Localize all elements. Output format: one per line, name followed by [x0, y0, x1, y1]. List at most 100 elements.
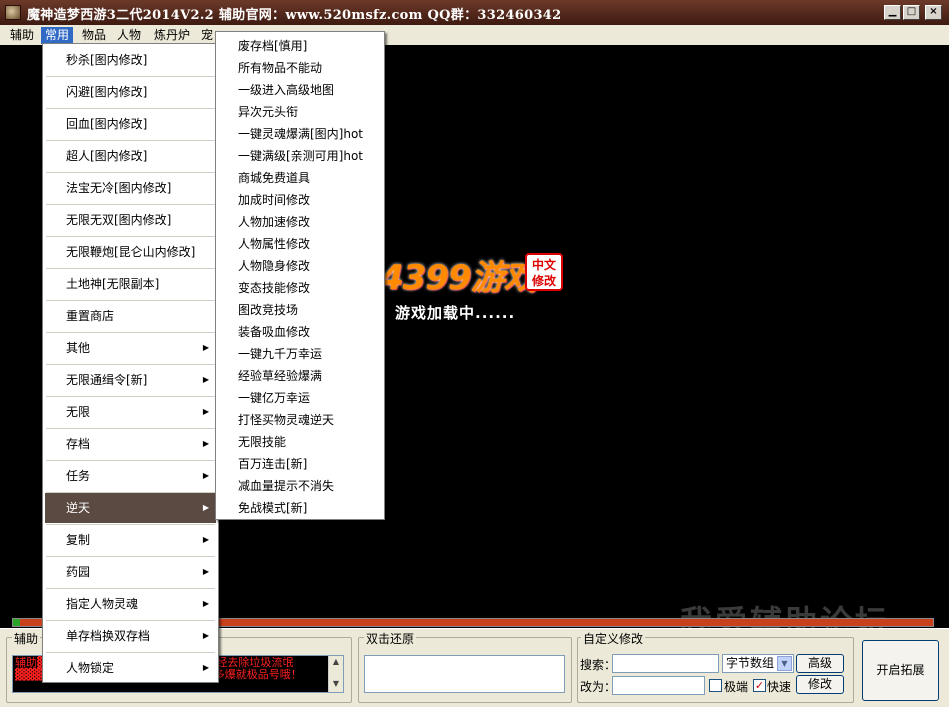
advanced-button[interactable]: 高级	[796, 654, 844, 673]
submenu-item[interactable]: 所有物品不能动	[218, 57, 382, 79]
submenu-item[interactable]: 图改竞技场	[218, 299, 382, 321]
menu-item[interactable]: 法宝无冷[图内修改]	[45, 173, 216, 203]
maximize-button[interactable]: □	[903, 5, 920, 20]
submenu-item[interactable]: 百万连击[新]	[218, 453, 382, 475]
menu-item-label: 其他	[66, 341, 91, 355]
menu-item[interactable]: 复制 ▶	[45, 525, 216, 555]
submenu-item[interactable]: 商城免费道具	[218, 167, 382, 189]
logo-text: 4399游戏	[380, 258, 538, 298]
menu-common[interactable]: 常用	[41, 27, 74, 44]
submenu-arrow-icon: ▶	[202, 535, 209, 544]
menu-character[interactable]: 人物	[113, 27, 145, 44]
menu-item-label: 复制	[66, 533, 91, 547]
chevron-down-icon[interactable]: ▼	[777, 656, 792, 671]
fast-label: 快速	[767, 680, 792, 694]
replace-input[interactable]	[612, 676, 705, 695]
notice-scrollbar[interactable]: ▲ ▼	[328, 656, 343, 692]
menu-item[interactable]: 存档 ▶	[45, 429, 216, 459]
submenu-item[interactable]: 变态技能修改	[218, 277, 382, 299]
menu-item-label: 法宝无冷[图内修改]	[66, 181, 172, 195]
dblclick-label: 双击还原	[364, 630, 417, 647]
menu-assist[interactable]: 辅助	[6, 27, 38, 44]
submenu-item[interactable]: 一键满级[亲测可用]hot	[218, 145, 382, 167]
menu-item-label: 土地神[无限副本]	[66, 277, 160, 291]
menu-item-label: 回血[图内修改]	[66, 117, 148, 131]
common-dropdown-menu: 秒杀[图内修改] 闪避[图内修改] 回血[图内修改] 超人[图内修改] 法宝无冷[图内修…	[42, 43, 219, 683]
submenu-item[interactable]: 经验草经验爆满	[218, 365, 382, 387]
submenu-item[interactable]: 加成时间修改	[218, 189, 382, 211]
menu-item[interactable]: 回血[图内修改]	[45, 109, 216, 139]
menu-item[interactable]: 单存档换双存档 ▶	[45, 621, 216, 651]
submenu-item[interactable]: 无限技能	[218, 431, 382, 453]
menu-bar: 辅助 常用 物品 人物 炼丹炉 宠	[0, 25, 949, 45]
progress-fill	[13, 619, 21, 626]
submenu-item[interactable]: 一键亿万幸运	[218, 387, 382, 409]
game-logo: 4399游戏 中文 修改	[380, 250, 563, 299]
search-label: 搜索：	[580, 658, 617, 672]
submenu-item[interactable]: 废存档[慎用]	[218, 35, 382, 57]
submenu-item[interactable]: 装备吸血修改	[218, 321, 382, 343]
submenu-item[interactable]: 人物属性修改	[218, 233, 382, 255]
submenu-item[interactable]: 人物隐身修改	[218, 255, 382, 277]
submenu-arrow-icon: ▶	[202, 471, 209, 480]
menu-item-label: 无限	[66, 405, 91, 419]
menu-item[interactable]: 无限无双[图内修改]	[45, 205, 216, 235]
menu-item[interactable]: 无限 ▶	[45, 397, 216, 427]
submenu-arrow-icon: ▶	[202, 375, 209, 384]
submenu-item[interactable]: 免战模式[新]	[218, 497, 382, 519]
submenu-item[interactable]: 减血量提示不消失	[218, 475, 382, 497]
menu-item[interactable]: 任务 ▶	[45, 461, 216, 491]
submenu-item[interactable]: 一级进入高级地图	[218, 79, 382, 101]
extreme-label: 极端	[724, 680, 749, 694]
menu-item[interactable]: 土地神[无限副本]	[45, 269, 216, 299]
submenu-item[interactable]: 异次元头衔	[218, 101, 382, 123]
menu-item-label: 逆天	[66, 501, 91, 515]
fast-checkbox[interactable]: ✓	[753, 679, 766, 692]
custom-modify-label: 自定义修改	[581, 630, 646, 647]
scroll-down-icon[interactable]: ▼	[329, 678, 343, 690]
menu-item[interactable]: 无限鞭炮[昆仑山内修改]	[45, 237, 216, 267]
menu-item-label: 重置商店	[66, 309, 115, 323]
menu-item[interactable]: 重置商店	[45, 301, 216, 331]
scroll-up-icon[interactable]: ▲	[329, 656, 343, 668]
menu-item[interactable]: 超人[图内修改]	[45, 141, 216, 171]
submenu-arrow-icon: ▶	[202, 503, 209, 512]
menu-alchemy[interactable]: 炼丹炉	[150, 27, 194, 44]
close-button[interactable]: ×	[925, 5, 942, 20]
title-bar: 魔神造梦西游3二代2014V2.2 辅助官网：www.520msfz.com Q…	[0, 0, 949, 25]
menu-items[interactable]: 物品	[78, 27, 110, 44]
menu-item-label: 超人[图内修改]	[66, 149, 148, 163]
submenu-arrow-icon: ▶	[202, 663, 209, 672]
menu-item[interactable]: 人物锁定 ▶	[45, 653, 216, 683]
menu-item-label: 无限鞭炮[昆仑山内修改]	[66, 245, 196, 259]
menu-item[interactable]: 指定人物灵魂 ▶	[45, 589, 216, 619]
menu-item[interactable]: 药园 ▶	[45, 557, 216, 587]
menu-item[interactable]: 其他 ▶	[45, 333, 216, 363]
submenu-arrow-icon: ▶	[202, 567, 209, 576]
menu-item-label: 无限通缉令[新]	[66, 373, 148, 387]
modify-button[interactable]: 修改	[796, 675, 844, 694]
menu-item-label: 单存档换双存档	[66, 629, 151, 643]
menu-item[interactable]: 闪避[图内修改]	[45, 77, 216, 107]
search-input[interactable]	[612, 654, 719, 673]
submenu-item[interactable]: 一键灵魂爆满[图内]hot	[218, 123, 382, 145]
submenu-item[interactable]: 人物加速修改	[218, 211, 382, 233]
extreme-checkbox[interactable]	[709, 679, 722, 692]
window-title: 魔神造梦西游3二代2014V2.2 辅助官网：www.520msfz.com Q…	[27, 8, 562, 23]
menu-item-label: 存档	[66, 437, 91, 451]
data-type-select[interactable]: 字节数组 ▼	[722, 654, 794, 673]
menu-item-label: 无限无双[图内修改]	[66, 213, 172, 227]
notice-group-label: 辅助	[12, 630, 41, 647]
restore-list[interactable]	[364, 655, 565, 693]
menu-pet[interactable]: 宠	[197, 27, 217, 44]
loading-text: 游戏加载中......	[395, 304, 516, 322]
submenu-item[interactable]: 一键九千万幸运	[218, 343, 382, 365]
minimize-button[interactable]: ▁	[884, 5, 901, 20]
submenu-item[interactable]: 打怪买物灵魂逆天	[218, 409, 382, 431]
menu-item[interactable]: 逆天 ▶	[45, 493, 216, 523]
menu-item[interactable]: 无限通缉令[新] ▶	[45, 365, 216, 395]
open-expansion-button[interactable]: 开启拓展	[862, 640, 939, 701]
menu-item[interactable]: 秒杀[图内修改]	[45, 45, 216, 75]
menu-item-label: 闪避[图内修改]	[66, 85, 148, 99]
menu-item-label: 人物锁定	[66, 661, 115, 675]
